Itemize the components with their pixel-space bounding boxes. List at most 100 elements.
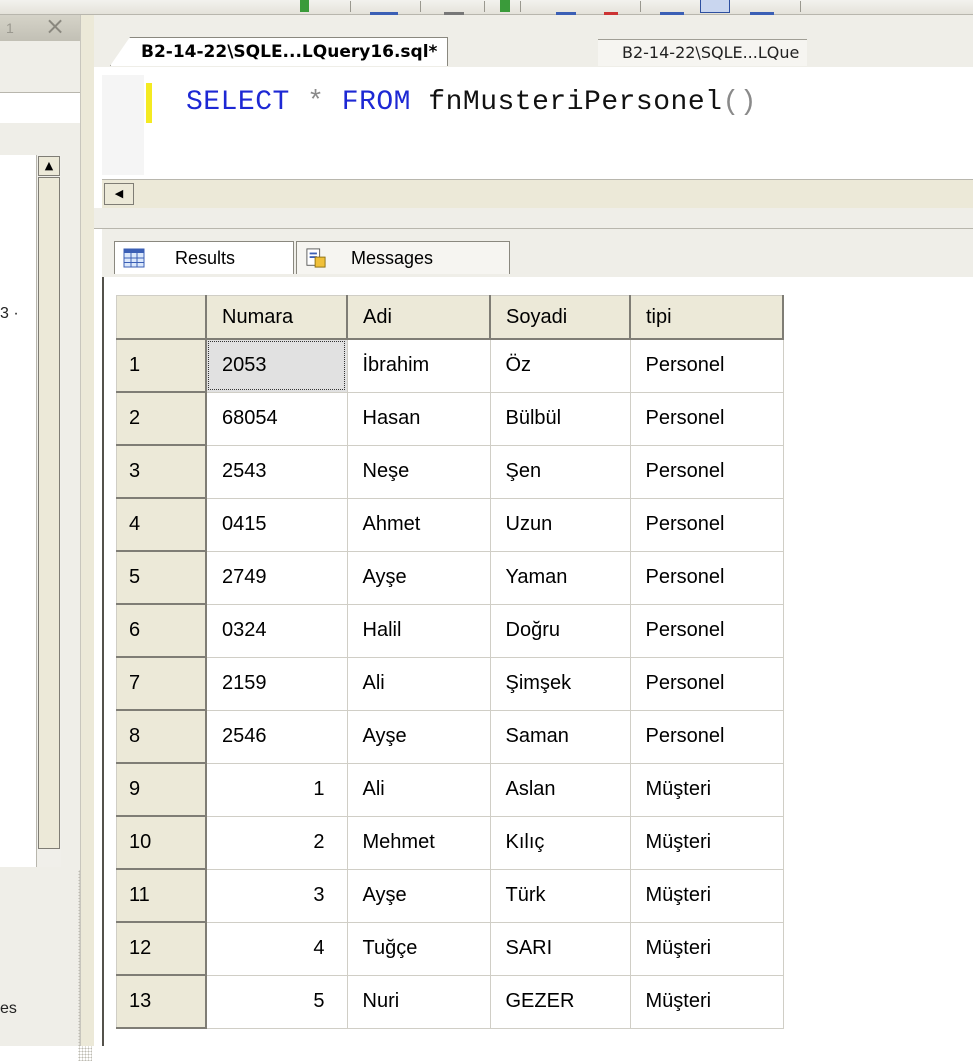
cell-soyadi[interactable]: Öz (489, 338, 631, 393)
cell-tipi[interactable]: Personel (629, 391, 784, 446)
row-number[interactable]: 3 (116, 444, 207, 499)
toolbar-button-6[interactable] (604, 0, 618, 15)
cell-adi[interactable]: Ali (346, 762, 491, 817)
cell-numara[interactable]: 3 (205, 868, 348, 923)
row-number[interactable]: 5 (116, 550, 207, 605)
table-row[interactable]: 13 5 Nuri GEZER Müşteri (116, 974, 784, 1029)
table-row[interactable]: 10 2 Mehmet Kılıç Müşteri (116, 815, 784, 870)
toolbar-button-4[interactable] (500, 0, 510, 12)
row-number[interactable]: 13 (116, 974, 207, 1029)
cell-numara[interactable]: 2053 (205, 338, 348, 393)
cell-tipi[interactable]: Personel (629, 338, 784, 393)
table-row[interactable]: 4 0415 Ahmet Uzun Personel (116, 497, 784, 552)
sql-editor[interactable]: SELECT * FROM fnMusteriPersonel() (102, 75, 973, 175)
results-table[interactable]: Numara Adi Soyadi tipi 1 2053 İbrahim Öz… (116, 295, 784, 1029)
column-header-tipi[interactable]: tipi (629, 295, 784, 340)
cell-tipi[interactable]: Personel (629, 550, 784, 605)
table-row[interactable]: 3 2543 Neşe Şen Personel (116, 444, 784, 499)
column-header-adi[interactable]: Adi (346, 295, 491, 340)
cell-numara[interactable]: 2 (205, 815, 348, 870)
cell-numara[interactable]: 4 (205, 921, 348, 976)
cell-soyadi[interactable]: Aslan (489, 762, 631, 817)
row-number[interactable]: 1 (116, 338, 207, 393)
cell-tipi[interactable]: Müşteri (629, 868, 784, 923)
cell-adi[interactable]: Hasan (346, 391, 491, 446)
table-row[interactable]: 11 3 Ayşe Türk Müşteri (116, 868, 784, 923)
table-row[interactable]: 1 2053 İbrahim Öz Personel (116, 338, 784, 393)
cell-tipi[interactable]: Personel (629, 444, 784, 499)
row-number[interactable]: 2 (116, 391, 207, 446)
cell-numara[interactable]: 0415 (205, 497, 348, 552)
cell-numara[interactable]: 2546 (205, 709, 348, 764)
table-row[interactable]: 7 2159 Ali Şimşek Personel (116, 656, 784, 711)
row-number[interactable]: 4 (116, 497, 207, 552)
toolbar-button-8[interactable] (700, 0, 730, 13)
cell-tipi[interactable]: Personel (629, 603, 784, 658)
toolbar-button-9[interactable] (750, 0, 774, 15)
row-number[interactable]: 8 (116, 709, 207, 764)
table-row[interactable]: 6 0324 Halil Doğru Personel (116, 603, 784, 658)
tab-results[interactable]: Results (114, 241, 294, 274)
arrow-up-icon[interactable]: ▲ (38, 156, 60, 176)
tab-query-other[interactable]: B2-14-22\SQLE...LQue (598, 39, 808, 66)
object-explorer-tree[interactable]: 3 · es (0, 155, 37, 1017)
arrow-left-icon[interactable]: ◀ (104, 183, 134, 205)
toolbar-button-1[interactable] (300, 0, 322, 12)
cell-soyadi[interactable]: Yaman (489, 550, 631, 605)
tree-vertical-scrollbar[interactable]: ▲ (36, 155, 61, 867)
cell-adi[interactable]: Ayşe (346, 709, 491, 764)
cell-soyadi[interactable]: Bülbül (489, 391, 631, 446)
cell-numara[interactable]: 2543 (205, 444, 348, 499)
table-row[interactable]: 12 4 Tuğçe SARI Müşteri (116, 921, 784, 976)
toolbar-button-3[interactable] (444, 0, 464, 15)
cell-adi[interactable]: Neşe (346, 444, 491, 499)
row-number[interactable]: 9 (116, 762, 207, 817)
editor-results-splitter[interactable] (94, 208, 973, 229)
cell-numara[interactable]: 1 (205, 762, 348, 817)
row-number[interactable]: 12 (116, 921, 207, 976)
table-row[interactable]: 8 2546 Ayşe Saman Personel (116, 709, 784, 764)
cell-tipi[interactable]: Personel (629, 497, 784, 552)
cell-adi[interactable]: Tuğçe (346, 921, 491, 976)
toolbar-button-2[interactable] (370, 0, 398, 15)
cell-soyadi[interactable]: Şimşek (489, 656, 631, 711)
cell-numara[interactable]: 68054 (205, 391, 348, 446)
select-all-corner[interactable] (116, 295, 207, 340)
cell-tipi[interactable]: Müşteri (629, 921, 784, 976)
cell-soyadi[interactable]: Uzun (489, 497, 631, 552)
cell-soyadi[interactable]: Şen (489, 444, 631, 499)
cell-adi[interactable]: Nuri (346, 974, 491, 1029)
scrollbar-thumb[interactable] (38, 177, 60, 849)
cell-numara[interactable]: 2749 (205, 550, 348, 605)
editor-horizontal-scrollbar[interactable]: ◀ (102, 179, 973, 209)
table-row[interactable]: 5 2749 Ayşe Yaman Personel (116, 550, 784, 605)
close-icon[interactable]: × (40, 14, 70, 41)
table-row[interactable]: 9 1 Ali Aslan Müşteri (116, 762, 784, 817)
cell-numara[interactable]: 2159 (205, 656, 348, 711)
toolbar-button-7[interactable] (660, 0, 684, 15)
cell-soyadi[interactable]: Doğru (489, 603, 631, 658)
pane-splitter[interactable] (80, 15, 95, 1046)
cell-tipi[interactable]: Müşteri (629, 815, 784, 870)
cell-adi[interactable]: Ayşe (346, 550, 491, 605)
cell-adi[interactable]: Halil (346, 603, 491, 658)
cell-adi[interactable]: Mehmet (346, 815, 491, 870)
cell-tipi[interactable]: Personel (629, 709, 784, 764)
toolbar-button-5[interactable] (556, 0, 576, 15)
row-number[interactable]: 10 (116, 815, 207, 870)
row-number[interactable]: 11 (116, 868, 207, 923)
cell-adi[interactable]: Ayşe (346, 868, 491, 923)
cell-tipi[interactable]: Müşteri (629, 762, 784, 817)
cell-adi[interactable]: Ali (346, 656, 491, 711)
cell-soyadi[interactable]: Türk (489, 868, 631, 923)
cell-tipi[interactable]: Müşteri (629, 974, 784, 1029)
row-number[interactable]: 6 (116, 603, 207, 658)
cell-numara[interactable]: 5 (205, 974, 348, 1029)
cell-adi[interactable]: İbrahim (346, 338, 491, 393)
cell-soyadi[interactable]: SARI (489, 921, 631, 976)
cell-tipi[interactable]: Personel (629, 656, 784, 711)
cell-adi[interactable]: Ahmet (346, 497, 491, 552)
column-header-soyadi[interactable]: Soyadi (489, 295, 631, 340)
tab-query16[interactable]: B2-14-22\SQLE...LQuery16.sql* (110, 37, 449, 66)
cell-soyadi[interactable]: Saman (489, 709, 631, 764)
